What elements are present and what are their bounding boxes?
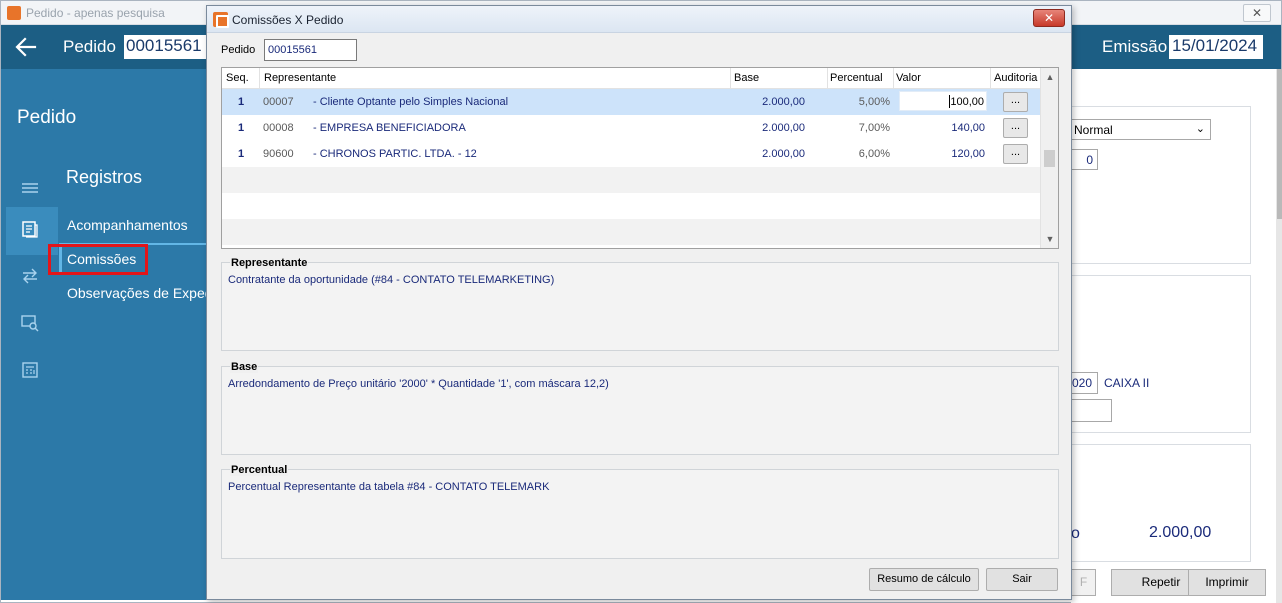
grid-scrollbar[interactable]: ▲ ▼	[1040, 68, 1058, 248]
resumo-calculo-button[interactable]: Resumo de cálculo	[869, 568, 979, 591]
row-representante: - EMPRESA BENEFICIADORA	[313, 122, 466, 134]
menu-icon[interactable]	[21, 179, 39, 197]
column-header-base[interactable]: Base	[734, 72, 759, 84]
code-field[interactable]: 020	[1071, 372, 1098, 394]
base-box: Base Arredondamento de Preço unitário '2…	[221, 361, 1059, 455]
calendar-icon[interactable]	[21, 361, 39, 379]
base-box-text: Arredondamento de Preço unitário '2000' …	[228, 378, 609, 390]
screen-search-icon[interactable]	[21, 314, 39, 332]
row-valor: 100,00	[950, 96, 984, 108]
app-icon	[213, 12, 229, 28]
scroll-up-icon[interactable]: ▲	[1045, 72, 1055, 82]
row-valor: 120,00	[951, 148, 985, 160]
row-base: 2.000,00	[762, 96, 805, 108]
auditoria-button[interactable]: ...	[1003, 118, 1028, 138]
disabled-button: F	[1071, 569, 1096, 596]
main-close-button[interactable]: ✕	[1243, 4, 1271, 22]
type-select[interactable]: Normal ⌄	[1071, 119, 1211, 140]
row-percentual: 6,00%	[858, 148, 890, 160]
imprimir-button[interactable]: Imprimir	[1188, 569, 1266, 596]
grid-header: Seq. Representante Base Percentual Valor…	[222, 68, 1040, 89]
row-representante: - Cliente Optante pelo Simples Nacional	[313, 96, 509, 108]
column-header-valor[interactable]: Valor	[896, 72, 921, 84]
percentual-box: Percentual Percentual Representante da t…	[221, 464, 1059, 559]
blank-field[interactable]	[1071, 399, 1112, 422]
empty-row	[222, 167, 1040, 193]
row-base: 2.000,00	[762, 148, 805, 160]
table-row[interactable]: 1 90600 - CHRONOS PARTIC. LTDA. - 12 2.0…	[222, 141, 1040, 167]
main-window-title: Pedido - apenas pesquisa	[26, 6, 165, 20]
scroll-down-icon[interactable]: ▼	[1045, 234, 1055, 244]
column-separator	[990, 68, 991, 88]
column-header-auditoria[interactable]: Auditoria	[994, 72, 1037, 84]
dialog-title: Comissões X Pedido	[232, 13, 344, 27]
document-icon[interactable]	[21, 220, 39, 238]
row-valor: 140,00	[951, 122, 985, 134]
comissoes-dialog: Comissões X Pedido ✕ Pedido 00015561 Seq…	[206, 5, 1072, 600]
column-header-representante[interactable]: Representante	[264, 72, 336, 84]
number-field[interactable]: 0	[1071, 149, 1098, 170]
auditoria-button[interactable]: ...	[1003, 92, 1028, 112]
registros-heading: Registros	[66, 167, 143, 187]
representante-box: Representante Contratante da oportunidad…	[221, 257, 1059, 351]
nav-item-observacoes[interactable]: Observações de Expedi	[67, 285, 216, 301]
percentual-box-title: Percentual	[230, 464, 289, 476]
row-percentual: 5,00%	[858, 96, 890, 108]
transfer-icon[interactable]	[21, 267, 39, 285]
header-emissao-value[interactable]: 15/01/2024	[1169, 35, 1263, 59]
valor-edit-field[interactable]: 100,00	[899, 91, 987, 111]
pedido-label: Pedido	[221, 44, 256, 56]
table-row[interactable]: 1 00007 - Cliente Optante pelo Simples N…	[222, 89, 1040, 115]
dialog-body: Pedido 00015561 Seq. Representante Base …	[207, 33, 1071, 599]
main-scrollbar-thumb[interactable]	[1277, 69, 1282, 219]
column-separator	[730, 68, 731, 88]
column-header-seq[interactable]: Seq.	[226, 72, 249, 84]
row-base: 2.000,00	[762, 122, 805, 134]
representante-box-text: Contratante da oportunidade (#84 - CONTA…	[228, 274, 555, 286]
left-panel: Pedido Registros Acompanhamentos Comissõ…	[1, 69, 216, 600]
percentual-box-text: Percentual Representante da tabela #84 -…	[228, 481, 550, 493]
sair-button[interactable]: Sair	[986, 568, 1058, 591]
total-value: 2.000,00	[1149, 524, 1212, 541]
back-arrow-icon[interactable]	[13, 34, 39, 60]
pedido-input[interactable]: 00015561	[264, 39, 357, 61]
grid-scrollbar-thumb[interactable]	[1044, 150, 1055, 167]
comissoes-grid: Seq. Representante Base Percentual Valor…	[221, 67, 1059, 249]
dialog-titlebar: Comissões X Pedido ✕	[207, 6, 1071, 33]
header-emissao-label: Emissão	[1102, 37, 1168, 56]
nav-item-acompanhamentos[interactable]: Acompanhamentos	[67, 217, 188, 233]
base-box-title: Base	[230, 361, 259, 373]
left-panel-title: Pedido	[17, 107, 77, 128]
row-seq: 1	[238, 96, 245, 108]
row-code: 00008	[263, 122, 294, 134]
row-percentual: 7,00%	[858, 122, 890, 134]
dialog-close-button[interactable]: ✕	[1033, 9, 1065, 27]
representante-box-title: Representante	[230, 257, 309, 269]
code-description: CAIXA II	[1104, 376, 1150, 390]
row-representante: - CHRONOS PARTIC. LTDA. - 12	[313, 148, 477, 160]
row-code: 90600	[263, 148, 294, 160]
auditoria-button[interactable]: ...	[1003, 144, 1028, 164]
column-separator	[827, 68, 828, 88]
column-header-percentual[interactable]: Percentual	[830, 72, 883, 84]
empty-row	[222, 219, 1040, 245]
row-seq: 1	[238, 148, 245, 160]
right-content: Normal ⌄ 0 020 CAIXA II o 2.000,00 F Rep…	[1071, 69, 1282, 603]
chevron-down-icon: ⌄	[1195, 123, 1205, 135]
header-pedido-value[interactable]: 00015561	[124, 35, 209, 59]
app-icon	[7, 6, 21, 20]
column-separator	[893, 68, 894, 88]
header-pedido-label: Pedido	[63, 37, 116, 56]
row-code: 00007	[263, 96, 294, 108]
total-label: o	[1071, 525, 1080, 542]
comissoes-highlight-box	[48, 244, 148, 275]
type-select-value: Normal	[1074, 123, 1113, 137]
column-separator	[259, 68, 260, 88]
content-card-3	[1071, 444, 1251, 562]
empty-row	[222, 193, 1040, 219]
table-row[interactable]: 1 00008 - EMPRESA BENEFICIADORA 2.000,00…	[222, 115, 1040, 141]
row-seq: 1	[238, 122, 245, 134]
